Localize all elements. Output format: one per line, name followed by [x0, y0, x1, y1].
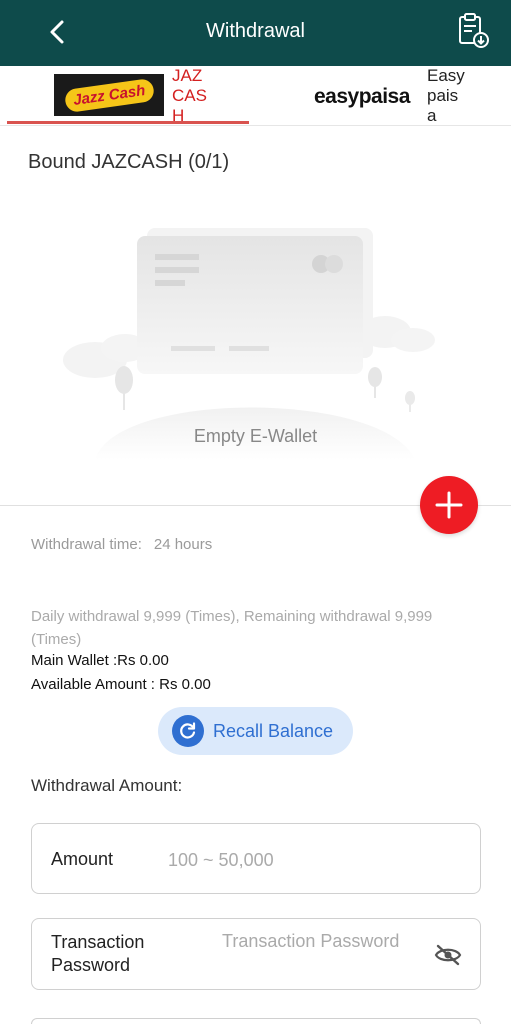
active-tab-indicator — [7, 121, 249, 124]
withdrawal-amount-title: Withdrawal Amount: — [31, 776, 183, 795]
payment-method-tabs: Jazz Cash JAZCASH easypaisa Easypaisa — [0, 66, 511, 126]
bound-wallet-title: Bound JAZCASH (0/1) — [28, 151, 230, 173]
add-wallet-button[interactable] — [420, 476, 478, 534]
daily-withdrawal-limit: Daily withdrawal 9,999 (Times), Remainin… — [31, 608, 433, 648]
page-title: Withdrawal — [206, 20, 305, 42]
tab-jazzcash-label: JAZCASH — [172, 66, 207, 125]
plus-icon — [435, 491, 463, 519]
recall-balance-label: Recall Balance — [213, 720, 334, 741]
jazzcash-logo-text: Jazz Cash — [63, 77, 155, 113]
recall-balance-button[interactable]: Recall Balance — [158, 707, 353, 755]
jazzcash-logo: Jazz Cash — [54, 74, 164, 116]
eye-off-icon — [434, 944, 462, 966]
easypaisa-logo-text: easypaisa — [314, 85, 410, 108]
withdrawal-time-value: 24 hours — [153, 536, 213, 553]
easypaisa-logo: easypaisa — [314, 85, 410, 109]
amount-input[interactable] — [168, 846, 458, 874]
withdrawal-time-label: Withdrawal time: — [31, 536, 142, 553]
available-amount: Available Amount : Rs 0.00 — [31, 676, 211, 693]
empty-wallet-illustration — [63, 228, 435, 460]
withdrawal-records-button[interactable] — [456, 12, 492, 50]
refresh-icon — [172, 715, 204, 747]
transaction-password-input[interactable] — [222, 930, 422, 980]
transaction-password-label: Transaction Password — [51, 932, 145, 975]
toggle-password-visibility-button[interactable] — [432, 941, 464, 969]
tab-easypaisa-label: Easypaisa — [427, 66, 465, 125]
app-header: Withdrawal — [0, 0, 511, 66]
withdrawal-time: Withdrawal time: 24 hours — [31, 536, 212, 553]
next-field-edge — [31, 1018, 481, 1024]
clipboard-download-icon — [459, 13, 489, 48]
tab-easypaisa[interactable]: easypaisa Easypaisa — [255, 66, 511, 126]
tab-jazzcash[interactable]: Jazz Cash JAZCASH — [0, 66, 255, 126]
empty-wallet-label: Empty E-Wallet — [193, 426, 318, 446]
main-wallet-balance: Main Wallet :Rs 0.00 — [31, 652, 169, 669]
amount-field: Amount — [31, 823, 481, 894]
amount-label: Amount — [51, 849, 114, 869]
transaction-password-field: Transaction Password — [31, 918, 481, 990]
